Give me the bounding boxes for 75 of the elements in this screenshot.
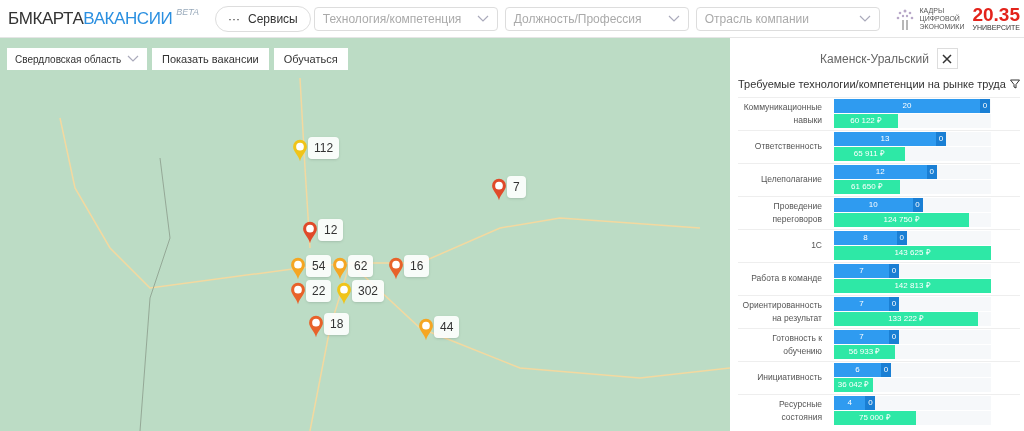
salary-bar: 36 042 ₽: [834, 378, 874, 392]
secondary-count-bar: 0: [888, 330, 899, 344]
secondary-count-bar: 0: [896, 231, 907, 245]
close-icon: [942, 53, 953, 64]
map-action-button[interactable]: Показать вакансии: [152, 48, 269, 70]
vacancy-count-bar: 10: [834, 198, 913, 212]
marker-count[interactable]: 302: [352, 280, 385, 302]
close-button[interactable]: [936, 48, 958, 69]
salary-bar: 75 000 ₽: [834, 411, 916, 425]
marker-count[interactable]: 12: [318, 219, 344, 241]
map-placeholder[interactable]: Свердловская область Показать вакансии Обучаться 112 7 12 54 62 16 22 302 18 44: [0, 38, 730, 431]
secondary-count-bar: 0: [926, 165, 937, 179]
competence-label: Ресурсные состояния: [778, 397, 823, 424]
marker-count[interactable]: 112: [308, 137, 340, 159]
map-pin-icon[interactable]: [388, 257, 404, 280]
secondary-count-bar: 0: [865, 396, 876, 410]
competence-label: Работа в команде: [750, 272, 823, 285]
marker-count[interactable]: 54: [306, 255, 332, 277]
secondary-count-bar: 0: [881, 363, 892, 377]
logo-text: БМКАРТА: [8, 7, 84, 30]
marker-count[interactable]: 16: [404, 255, 430, 277]
competence-label: Коммуникационные навыки: [742, 100, 823, 127]
map-action-button[interactable]: Обучаться: [273, 48, 348, 70]
panel-heading: Требуемые технологии/компетенции на рынке труда: [738, 77, 1006, 92]
marker-count[interactable]: 62: [348, 255, 374, 277]
competence-label: Готовность к обучению: [771, 331, 823, 358]
salary-bar: 60 122 ₽: [834, 114, 899, 128]
secondary-count-bar: 0: [980, 99, 990, 113]
chevron-down-icon: [858, 14, 871, 23]
university-logo-number: 20.35: [972, 5, 1020, 24]
vacancy-count-bar: 7: [834, 297, 889, 311]
marker-count[interactable]: 7: [507, 176, 526, 198]
salary-bar: 124 750 ₽: [834, 213, 969, 227]
city-name: Каменск-Уральский: [820, 50, 929, 68]
vacancy-count-bar: 8: [834, 231, 897, 245]
competence-label: Проведение переговоров: [771, 199, 823, 226]
vacancy-count-bar: 4: [834, 396, 866, 410]
beta-label: BETA: [176, 5, 200, 19]
salary-bar: 133 222 ₽: [834, 312, 979, 326]
map-pin-icon[interactable]: [302, 221, 318, 244]
competence-label: 1С: [810, 239, 823, 252]
secondary-count-bar: 0: [888, 297, 899, 311]
region-select[interactable]: Свердловская область: [7, 48, 147, 70]
logo-text: ВАКАНСИИ: [83, 7, 173, 30]
secondary-count-bar: 0: [912, 198, 923, 212]
salary-bar: 142 813 ₽: [834, 279, 991, 293]
competence-label: Ответственность: [753, 140, 823, 153]
salary-bar: 61 650 ₽: [834, 180, 900, 194]
marker-count[interactable]: 18: [324, 313, 350, 335]
chevron-down-icon: [667, 14, 680, 23]
secondary-count-bar: 0: [888, 264, 899, 278]
map-pin-icon[interactable]: [290, 257, 306, 280]
map-pin-icon[interactable]: [491, 178, 507, 201]
map-pin-icon[interactable]: [290, 282, 306, 305]
filter-icon[interactable]: [1009, 79, 1020, 90]
secondary-count-bar: 0: [936, 132, 947, 146]
vacancy-count-bar: 6: [834, 363, 882, 377]
chevron-down-icon: [127, 55, 139, 63]
competence-label: Инициативность: [756, 371, 823, 384]
competence-label: Целеполагание: [759, 173, 823, 186]
vacancy-count-bar: 7: [834, 330, 889, 344]
marker-count[interactable]: 22: [306, 280, 332, 302]
salary-bar: 56 933 ₽: [834, 345, 896, 359]
competence-label: Ориентированность на результат: [741, 298, 823, 325]
vacancy-count-bar: 20: [834, 99, 980, 113]
map-pin-icon[interactable]: [418, 318, 434, 341]
marker-count[interactable]: 44: [434, 316, 460, 338]
salary-bar: 143 625 ₽: [834, 246, 991, 260]
map-pin-icon[interactable]: [308, 315, 324, 338]
vacancy-count-bar: 12: [834, 165, 927, 179]
vacancy-count-bar: 7: [834, 264, 889, 278]
salary-bar: 65 911 ₽: [834, 147, 905, 161]
vacancy-count-bar: 13: [834, 132, 937, 146]
chevron-down-icon: [476, 14, 489, 23]
map-pin-icon[interactable]: [332, 257, 348, 280]
